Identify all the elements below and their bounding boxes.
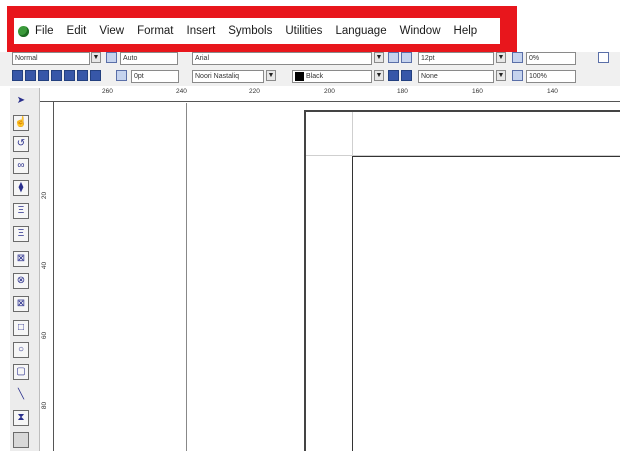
menu-file[interactable]: File — [35, 25, 54, 37]
bold-icon[interactable] — [388, 52, 399, 63]
menu-insert[interactable]: Insert — [187, 25, 216, 37]
toolbar-bottom: 0pt Noori Nastaliq ▼ Black ▼ None ▼ 100% — [0, 69, 620, 86]
menu-window[interactable]: Window — [400, 25, 441, 37]
menu-bar: File Edit View Format Insert Symbols Uti… — [14, 18, 500, 44]
rounded-rect-icon[interactable]: ▢ — [13, 364, 29, 380]
ruler-tick: 80 — [41, 401, 49, 410]
shade-dropdown-arrow[interactable]: ▼ — [496, 70, 506, 81]
circle-x-icon[interactable]: ⊗ — [13, 273, 29, 289]
rtl-icon[interactable] — [90, 70, 101, 81]
ruler-tick: 160 — [472, 88, 483, 95]
ruler-tick: 60 — [41, 331, 49, 340]
menu-symbols[interactable]: Symbols — [228, 25, 272, 37]
text-frame[interactable] — [352, 156, 620, 451]
tracking-icon[interactable] — [512, 52, 523, 63]
info-icon[interactable] — [598, 52, 609, 63]
hand-icon[interactable]: ☝ — [13, 115, 29, 131]
menu-language[interactable]: Language — [335, 25, 386, 37]
rectangle-icon[interactable]: □ — [13, 320, 29, 336]
align-icon[interactable]: ⧫ — [13, 180, 29, 196]
vertical-ruler[interactable]: 20 40 60 80 — [40, 102, 54, 451]
guide-line — [186, 103, 187, 451]
app-logo-icon[interactable] — [18, 25, 29, 37]
menu-format[interactable]: Format — [137, 25, 173, 37]
ruler-tick: 240 — [176, 88, 187, 95]
horizontal-ruler[interactable]: 260 240 220 200 180 160 140 — [40, 88, 620, 102]
line-icon[interactable]: ╲ — [13, 388, 29, 404]
rtl-direction-icon[interactable] — [401, 70, 412, 81]
square-x-icon[interactable]: ⊠ — [13, 296, 29, 312]
align-left-icon[interactable] — [12, 70, 23, 81]
font-bottom-dropdown-arrow[interactable]: ▼ — [266, 70, 276, 81]
shade-select[interactable]: None — [418, 70, 494, 83]
toolbar-top: Normal ▼ Auto Arial ▼ 12pt ▼ 0% — [0, 52, 620, 69]
hourglass-icon[interactable]: ⧗ — [13, 410, 29, 426]
menu-help[interactable]: Help — [454, 25, 478, 37]
zoom-field[interactable]: 100% — [526, 70, 576, 83]
offset-field[interactable]: 0pt — [131, 70, 179, 83]
ruler-tick: 180 — [397, 88, 408, 95]
size-step-icon[interactable] — [106, 52, 117, 63]
ruler-tick: 200 — [324, 88, 335, 95]
italic-icon[interactable] — [401, 52, 412, 63]
ruler-tick: 260 — [102, 88, 113, 95]
menu-edit[interactable]: Edit — [67, 25, 87, 37]
color-name: Black — [306, 73, 324, 80]
scale-icon[interactable] — [512, 70, 523, 81]
size-field[interactable]: Auto — [120, 52, 178, 65]
link-icon[interactable]: ∞ — [13, 158, 29, 174]
box-x-icon[interactable]: ⊠ — [13, 251, 29, 267]
text-frame-icon[interactable]: Ξ — [13, 203, 29, 219]
arrow-pointer-icon[interactable]: ➤ — [13, 94, 29, 110]
menu-utilities[interactable]: Utilities — [285, 25, 322, 37]
justify-icon[interactable] — [51, 70, 62, 81]
font-select-bottom[interactable]: Noori Nastaliq — [192, 70, 264, 83]
justify-all-icon[interactable] — [64, 70, 75, 81]
font-select-top[interactable]: Arial — [192, 52, 372, 65]
ruler-tick: 220 — [249, 88, 260, 95]
force-justify-icon[interactable] — [77, 70, 88, 81]
ruler-tick: 40 — [41, 261, 49, 270]
ellipse-icon[interactable]: ○ — [13, 342, 29, 358]
align-center-icon[interactable] — [25, 70, 36, 81]
color-dropdown-arrow[interactable]: ▼ — [374, 70, 384, 81]
percent-field[interactable]: 0% — [526, 52, 576, 65]
color-select[interactable]: Black — [292, 70, 372, 83]
style-select[interactable]: Normal — [12, 52, 90, 65]
color-swatch — [295, 72, 304, 81]
style-dropdown-arrow[interactable]: ▼ — [91, 52, 101, 63]
ruler-tick: 20 — [41, 191, 49, 200]
leading-icon[interactable] — [116, 70, 127, 81]
point-size-field[interactable]: 12pt — [418, 52, 494, 65]
align-right-icon[interactable] — [38, 70, 49, 81]
point-size-dropdown-arrow[interactable]: ▼ — [496, 52, 506, 63]
ltr-direction-icon[interactable] — [388, 70, 399, 81]
menu-view[interactable]: View — [99, 25, 124, 37]
font-dropdown-arrow[interactable]: ▼ — [374, 52, 384, 63]
text-frame-alt-icon[interactable]: Ξ — [13, 226, 29, 242]
extra-tool-icon[interactable] — [13, 432, 29, 448]
rotate-icon[interactable]: ↺ — [13, 136, 29, 152]
ruler-tick: 140 — [547, 88, 558, 95]
